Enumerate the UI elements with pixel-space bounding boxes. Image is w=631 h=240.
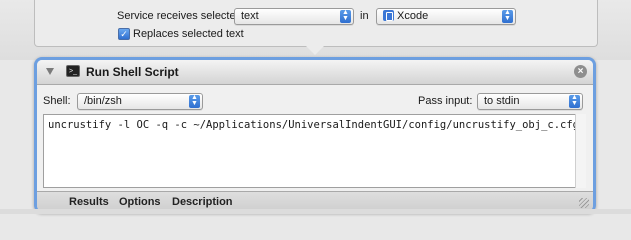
popup-arrows-icon: ▲ ▼: [189, 94, 200, 108]
run-shell-script-action: >_ Run Shell Script × Shell: /bin/zsh ▲ ▼…: [34, 57, 596, 213]
popup-arrows-icon: ▲ ▼: [502, 9, 513, 23]
replaces-selected-text-label: Replaces selected text: [133, 28, 244, 40]
service-receives-label: Service receives selected: [117, 10, 242, 22]
script-text: uncrustify -l OC -q -c ~/Applications/Un…: [48, 119, 577, 131]
shell-value: /bin/zsh: [84, 95, 122, 107]
close-action-button[interactable]: ×: [574, 65, 587, 78]
resize-grip-icon[interactable]: [579, 198, 589, 208]
in-label: in: [360, 10, 369, 22]
script-text-area[interactable]: uncrustify -l OC -q -c ~/Applications/Un…: [43, 114, 577, 188]
input-type-popup[interactable]: text ▲ ▼: [234, 8, 354, 25]
pass-input-popup[interactable]: to stdin ▲ ▼: [477, 93, 583, 110]
terminal-icon: >_: [66, 65, 80, 77]
application-value: Xcode: [397, 10, 429, 22]
input-type-value: text: [241, 10, 259, 22]
shell-label: Shell:: [43, 95, 71, 107]
popup-arrows-icon: ▲ ▼: [340, 9, 351, 23]
xcode-icon: [383, 10, 394, 21]
popup-arrows-icon: ▲ ▼: [569, 94, 580, 108]
replaces-selected-text-checkbox[interactable]: ✓: [118, 28, 130, 40]
connector-notch: [305, 45, 325, 55]
disclosure-triangle-icon[interactable]: [46, 68, 54, 75]
script-scrollbar[interactable]: [575, 114, 586, 188]
shell-popup[interactable]: /bin/zsh ▲ ▼: [77, 93, 203, 110]
workflow-background: [0, 209, 631, 214]
pass-input-value: to stdin: [484, 95, 520, 107]
pass-input-label: Pass input:: [418, 95, 473, 107]
description-tab[interactable]: Description: [172, 196, 233, 208]
action-title: Run Shell Script: [86, 65, 179, 79]
action-title-bar[interactable]: >_ Run Shell Script ×: [37, 60, 593, 85]
application-popup[interactable]: Xcode ▲ ▼: [376, 8, 516, 25]
results-tab[interactable]: Results: [69, 196, 109, 208]
action-footer: Results Options Description: [37, 191, 593, 211]
options-tab[interactable]: Options: [119, 196, 161, 208]
